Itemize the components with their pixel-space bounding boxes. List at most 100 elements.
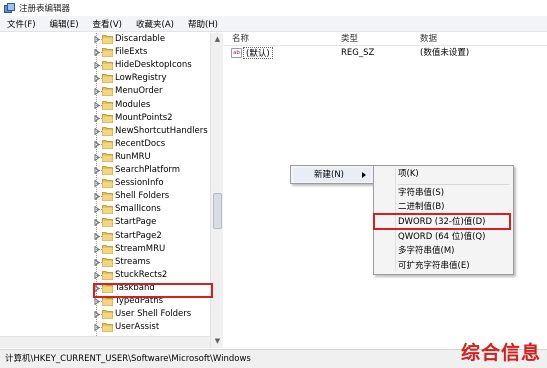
column-header-data[interactable]: 数据 [420, 33, 437, 45]
tree-item-label: RecentDocs [115, 138, 166, 149]
tree-item-label: StartPage2 [115, 230, 162, 241]
menu-favorites[interactable]: 收藏夹(A) [129, 18, 181, 30]
menu-item-new[interactable]: 新建(N) [293, 168, 371, 182]
expand-arrow-icon[interactable] [93, 153, 100, 161]
expand-arrow-icon[interactable] [93, 127, 100, 135]
folder-icon [102, 152, 113, 162]
scroll-down-arrow-icon[interactable]: ▼ [211, 335, 224, 347]
tree-item-label: SessionInfo [115, 178, 164, 189]
submenu-item-dword-value[interactable]: DWORD (32-位)值(D) [376, 216, 511, 229]
tree-item[interactable]: StartPage2 [0, 230, 210, 243]
context-menu: 新建(N) [290, 165, 374, 184]
tree-item[interactable]: FileExts [0, 46, 210, 59]
tree-item[interactable]: MenuOrder [0, 85, 210, 98]
watermark-logo: 综合信息 [460, 342, 541, 364]
expand-arrow-icon[interactable] [93, 62, 100, 70]
tree-item[interactable]: MountPoints2 [0, 112, 210, 125]
tree-item[interactable]: StuckRects2 [0, 269, 210, 282]
tree-item[interactable]: RunMRU [0, 151, 210, 164]
submenu-item-string-value[interactable]: 字符串值(S) [376, 187, 511, 200]
tree-item[interactable]: Streams [0, 256, 210, 269]
submenu-item-key[interactable]: 项(K) [376, 168, 511, 181]
folder-icon [102, 257, 113, 267]
folder-icon [102, 86, 113, 97]
submenu-item-binary-value[interactable]: 二进制值(B) [376, 201, 511, 214]
expand-arrow-icon[interactable] [93, 271, 100, 279]
tree-horizontal-scrollbar[interactable] [0, 336, 210, 348]
tree-item[interactable]: Discardable [0, 33, 210, 46]
tree-item[interactable]: LowRegistry [0, 72, 210, 85]
tree-item[interactable]: Shell Folders [0, 190, 210, 203]
tree-item[interactable]: SmallIcons [0, 203, 210, 216]
expand-arrow-icon[interactable] [93, 140, 100, 148]
expand-arrow-icon[interactable] [93, 284, 100, 292]
tree-item-label: SmallIcons [115, 204, 161, 215]
tree-item[interactable]: SessionInfo [0, 177, 210, 190]
submenu-item-qword-value[interactable]: QWORD (64 位)值(Q) [376, 231, 511, 244]
expand-arrow-icon[interactable] [93, 311, 100, 319]
tree-item[interactable]: Taskband [0, 282, 210, 295]
tree-item[interactable]: StartPage [0, 216, 210, 229]
tree-item[interactable]: NewShortcutHandlers [0, 125, 210, 138]
tree-vertical-scrollbar[interactable]: ▲ ▼ [210, 33, 223, 348]
folder-icon [102, 244, 113, 254]
expand-arrow-icon[interactable] [93, 180, 100, 188]
expand-arrow-icon[interactable] [93, 101, 100, 109]
tree-item[interactable]: UserAssist [0, 321, 210, 334]
folder-icon [102, 47, 113, 57]
expand-arrow-icon[interactable] [93, 258, 100, 266]
tree-item-label: StuckRects2 [115, 269, 168, 280]
expand-arrow-icon[interactable] [93, 232, 100, 240]
tree-item[interactable]: User Shell Folders [0, 308, 210, 321]
tree-item-label: MenuOrder [115, 86, 163, 97]
expand-arrow-icon[interactable] [93, 324, 100, 332]
tree-item[interactable]: SearchPlatform [0, 164, 210, 177]
tree-item-label: HideDesktopIcons [115, 60, 192, 71]
tree-item[interactable]: HideDesktopIcons [0, 59, 210, 72]
menu-edit[interactable]: 编辑(E) [43, 18, 86, 30]
tree-item[interactable]: TypedPaths [0, 295, 210, 308]
window-title: 注册表编辑器 [19, 4, 71, 14]
column-header-type[interactable]: 类型 [341, 33, 358, 45]
key-tree-pane[interactable]: Discardable FileExts HideDesktopIcons LowRe… [0, 33, 223, 348]
tree-item[interactable]: StreamMRU [0, 243, 210, 256]
folder-icon [102, 231, 113, 241]
submenu-item-multi-string-value[interactable]: 多字符串值(M) [376, 245, 511, 258]
expand-arrow-icon[interactable] [93, 75, 100, 83]
expand-arrow-icon[interactable] [93, 219, 100, 227]
expand-arrow-icon[interactable] [93, 167, 100, 174]
folder-icon [102, 322, 113, 333]
tree-item-label: MountPoints2 [115, 112, 173, 123]
menu-help[interactable]: 帮助(H) [181, 18, 225, 30]
menu-item-new-label: 新建(N) [314, 170, 344, 180]
tree-item-label: SearchPlatform [115, 165, 181, 175]
value-name-default[interactable]: (默认) [243, 47, 273, 59]
folder-icon [102, 178, 113, 188]
menu-file[interactable]: 文件(F) [0, 18, 43, 30]
menu-view[interactable]: 查看(V) [86, 18, 129, 30]
tree-item-label: Taskband [115, 282, 155, 293]
tree-item[interactable]: RecentDocs [0, 138, 210, 151]
folder-icon [102, 60, 113, 71]
folder-icon [102, 165, 113, 175]
column-header-name[interactable]: 名称 [232, 33, 249, 45]
expand-arrow-icon[interactable] [93, 245, 100, 253]
tree-scroll-thumb[interactable] [213, 193, 222, 229]
tree-item[interactable]: Modules [0, 99, 210, 112]
header-divider [224, 45, 547, 46]
expand-arrow-icon[interactable] [93, 206, 100, 214]
expand-arrow-icon[interactable] [93, 298, 100, 305]
expand-arrow-icon[interactable] [93, 114, 100, 122]
tree-item-label: FileExts [115, 47, 148, 58]
expand-arrow-icon[interactable] [93, 193, 100, 201]
value-type: REG_SZ [341, 48, 375, 58]
folder-icon [102, 217, 113, 228]
string-value-icon: ab [231, 48, 242, 58]
expand-arrow-icon[interactable] [93, 49, 100, 57]
scroll-up-arrow-icon[interactable]: ▲ [211, 33, 224, 45]
expand-arrow-icon[interactable] [93, 88, 100, 96]
title-bar: 注册表编辑器 [0, 0, 547, 16]
expand-arrow-icon[interactable] [93, 36, 100, 43]
tree-item-label: Shell Folders [115, 191, 170, 202]
submenu-item-expandable-string-value[interactable]: 可扩充字符串值(E) [376, 260, 511, 273]
